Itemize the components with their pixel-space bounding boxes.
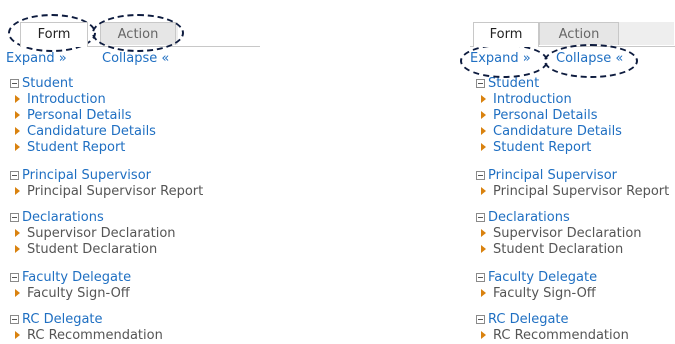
arrow-right-icon	[481, 187, 486, 195]
tree-item-label: RC Recommendation	[27, 327, 163, 343]
arrow-right-icon	[15, 187, 20, 195]
section-title[interactable]: Faculty Delegate	[488, 270, 597, 285]
arrow-right-icon	[15, 289, 20, 297]
tree-item: RC Recommendation	[10, 327, 163, 343]
tab-form[interactable]: Form	[20, 22, 88, 47]
section-title[interactable]: Principal Supervisor	[488, 168, 617, 183]
arrow-right-icon	[481, 95, 486, 103]
tree-item-label: Student Declaration	[27, 241, 158, 257]
tree-item-label[interactable]: Candidature Details	[493, 124, 622, 139]
tree-item-label: RC Recommendation	[493, 327, 629, 343]
arrow-right-icon	[481, 245, 486, 253]
tree-item-label: Supervisor Declaration	[493, 225, 642, 241]
arrow-right-icon	[15, 331, 20, 339]
tab-form[interactable]: Form	[473, 22, 539, 47]
tree-section: Faculty Delegate Faculty Sign-Off	[10, 270, 131, 301]
tab-bar: Form Action	[470, 22, 675, 47]
tree-item[interactable]: Personal Details	[476, 107, 622, 123]
tab-bar-fill	[619, 22, 674, 45]
tree-section: Declarations Supervisor Declaration Stud…	[476, 210, 642, 257]
collapse-toggle-icon[interactable]	[476, 213, 485, 222]
tree-item: Principal Supervisor Report	[10, 183, 203, 199]
section-title[interactable]: Student	[488, 76, 539, 91]
tree-item: Supervisor Declaration	[476, 225, 642, 241]
tree-item[interactable]: Introduction	[476, 91, 622, 107]
tree-section: Student Introduction Personal Details Ca…	[10, 76, 156, 155]
tree-section: Student Introduction Personal Details Ca…	[476, 76, 622, 155]
annotation-oval-expand-link	[460, 44, 548, 78]
collapse-toggle-icon[interactable]	[10, 171, 19, 180]
tree-section: Declarations Supervisor Declaration Stud…	[10, 210, 176, 257]
section-title[interactable]: Declarations	[488, 210, 570, 225]
section-title[interactable]: Faculty Delegate	[22, 270, 131, 285]
tree-section: Principal Supervisor Principal Superviso…	[476, 168, 669, 199]
section-title[interactable]: RC Delegate	[22, 312, 103, 327]
tree-item: Faculty Sign-Off	[10, 285, 131, 301]
tree-item-label: Principal Supervisor Report	[27, 183, 204, 199]
arrow-right-icon	[481, 331, 486, 339]
tree-item-label: Principal Supervisor Report	[493, 183, 670, 199]
collapse-toggle-icon[interactable]	[476, 171, 485, 180]
tree-item: RC Recommendation	[476, 327, 629, 343]
arrow-right-icon	[15, 245, 20, 253]
annotation-oval-collapse-link	[544, 44, 638, 78]
arrow-right-icon	[15, 95, 20, 103]
tree-item: Supervisor Declaration	[10, 225, 176, 241]
tree-item-label[interactable]: Candidature Details	[27, 124, 156, 139]
tree-item-label[interactable]: Introduction	[493, 92, 572, 107]
tree-item-label[interactable]: Student Report	[27, 140, 125, 155]
tree-item: Principal Supervisor Report	[476, 183, 669, 199]
tree-item-label: Student Declaration	[493, 241, 624, 257]
arrow-right-icon	[481, 143, 486, 151]
tree-section: RC Delegate RC Recommendation	[476, 312, 629, 343]
collapse-toggle-icon[interactable]	[476, 273, 485, 282]
arrow-right-icon	[481, 127, 486, 135]
annotation-oval-action-tab	[92, 14, 184, 52]
collapse-toggle-icon[interactable]	[10, 213, 19, 222]
expand-all-link[interactable]: Expand »	[6, 51, 67, 66]
collapse-all-link[interactable]: Collapse «	[102, 51, 169, 66]
tree-item[interactable]: Introduction	[10, 91, 156, 107]
tree-item-label: Faculty Sign-Off	[27, 285, 130, 301]
tree-item[interactable]: Personal Details	[10, 107, 156, 123]
tree-item-label: Supervisor Declaration	[27, 225, 176, 241]
tree-item-label[interactable]: Student Report	[493, 140, 591, 155]
tree-item-label: Faculty Sign-Off	[493, 285, 596, 301]
tree-item: Student Declaration	[10, 241, 176, 257]
collapse-toggle-icon[interactable]	[476, 79, 485, 88]
arrow-right-icon	[481, 289, 486, 297]
tree-item-label[interactable]: Personal Details	[27, 108, 131, 123]
arrow-right-icon	[15, 127, 20, 135]
arrow-right-icon	[15, 111, 20, 119]
section-title[interactable]: RC Delegate	[488, 312, 569, 327]
tree-section: Faculty Delegate Faculty Sign-Off	[476, 270, 597, 301]
tree-item[interactable]: Candidature Details	[476, 123, 622, 139]
tree-item-label[interactable]: Personal Details	[493, 108, 597, 123]
arrow-right-icon	[15, 229, 20, 237]
section-title[interactable]: Principal Supervisor	[22, 168, 151, 183]
collapse-toggle-icon[interactable]	[10, 315, 19, 324]
arrow-right-icon	[481, 111, 486, 119]
tree-item-label[interactable]: Introduction	[27, 92, 106, 107]
tree-section: Principal Supervisor Principal Superviso…	[10, 168, 203, 199]
section-title[interactable]: Student	[22, 76, 73, 91]
tree-item: Student Declaration	[476, 241, 642, 257]
collapse-toggle-icon[interactable]	[476, 315, 485, 324]
tree-item: Faculty Sign-Off	[476, 285, 597, 301]
collapse-toggle-icon[interactable]	[10, 273, 19, 282]
tree-item[interactable]: Student Report	[476, 139, 622, 155]
tab-action[interactable]: Action	[539, 22, 619, 45]
tree-item[interactable]: Student Report	[10, 139, 156, 155]
section-title[interactable]: Declarations	[22, 210, 104, 225]
arrow-right-icon	[15, 143, 20, 151]
collapse-toggle-icon[interactable]	[10, 79, 19, 88]
tree-section: RC Delegate RC Recommendation	[10, 312, 163, 343]
tree-item[interactable]: Candidature Details	[10, 123, 156, 139]
arrow-right-icon	[481, 229, 486, 237]
